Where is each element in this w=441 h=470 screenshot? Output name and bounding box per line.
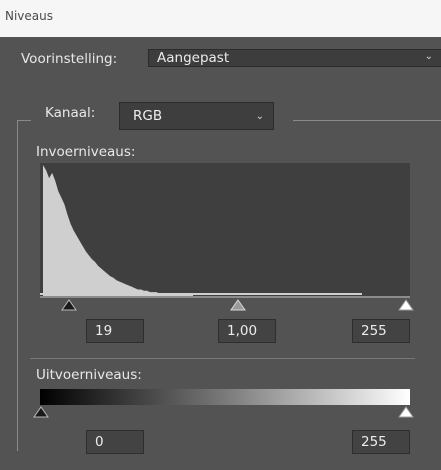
channel-dropdown[interactable]: RGB ⌄ <box>119 102 274 130</box>
input-levels-label: Invoerniveaus: <box>36 144 136 160</box>
histogram <box>40 163 410 296</box>
white-output-field[interactable]: 255 <box>352 430 410 454</box>
channel-selector: Kanaal: RGB ⌄ <box>31 102 293 130</box>
preset-value: Aangepast <box>157 50 230 66</box>
window-title: Niveaus <box>5 9 54 23</box>
section-divider <box>30 358 415 359</box>
levels-dialog: Voorinstelling: Aangepast ⌄ Kanaal: RGB … <box>0 37 441 470</box>
shadow-input-field[interactable]: 19 <box>86 319 144 343</box>
highlight-input-slider[interactable] <box>398 299 414 311</box>
chevron-down-icon: ⌄ <box>424 51 433 62</box>
chevron-down-icon: ⌄ <box>255 111 264 122</box>
highlight-input-field[interactable]: 255 <box>352 319 410 343</box>
preset-label: Voorinstelling: <box>21 51 118 67</box>
output-gradient-bar <box>40 389 410 405</box>
shadow-input-slider[interactable] <box>61 299 77 311</box>
midtone-input-slider[interactable] <box>230 299 246 311</box>
preset-dropdown[interactable]: Aangepast ⌄ <box>148 49 441 67</box>
black-output-slider[interactable] <box>33 406 49 418</box>
gamma-input-field[interactable]: 1,00 <box>218 319 276 343</box>
channel-label: Kanaal: <box>45 105 96 121</box>
channel-value: RGB <box>133 108 163 124</box>
black-output-field[interactable]: 0 <box>86 430 144 454</box>
white-output-slider[interactable] <box>398 406 414 418</box>
output-levels-label: Uitvoerniveaus: <box>36 367 142 383</box>
input-slider-track <box>40 296 410 298</box>
